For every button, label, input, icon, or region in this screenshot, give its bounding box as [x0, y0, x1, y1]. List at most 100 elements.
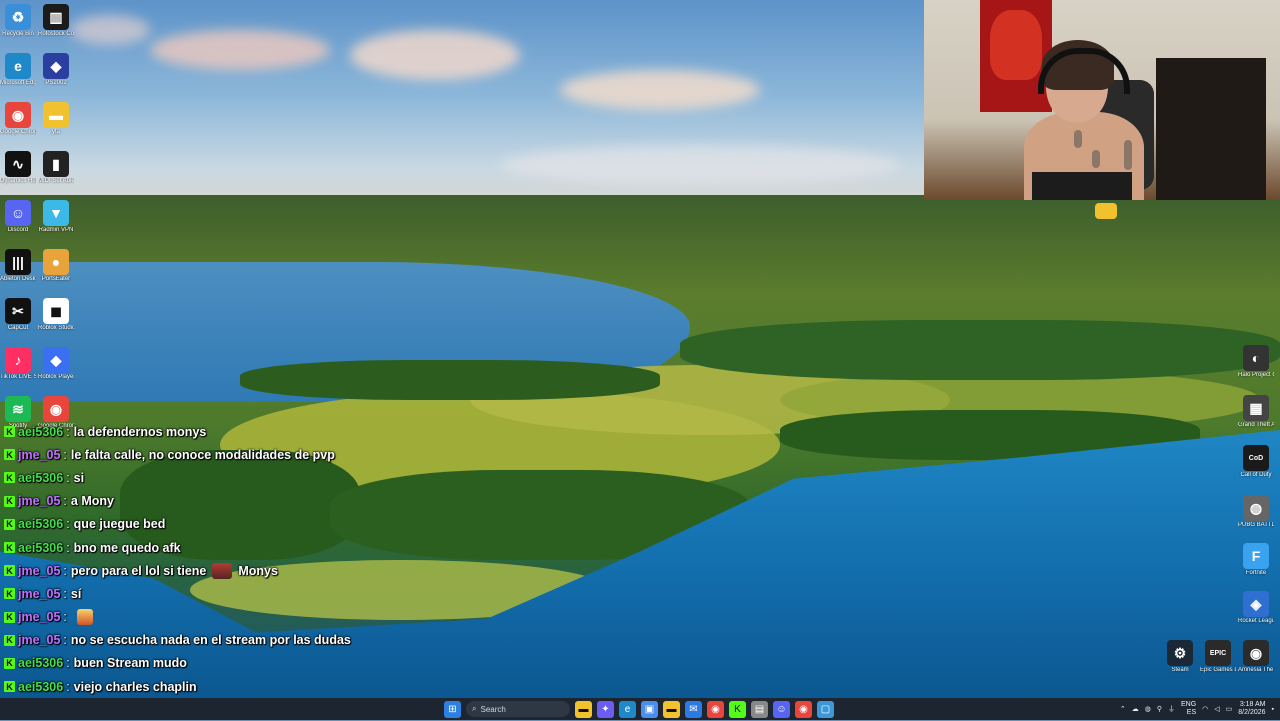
mail-icon[interactable]: ✉ — [685, 700, 702, 718]
desktop-shortcut[interactable]: eMicrosoft Edge — [0, 53, 36, 87]
chat-username: aei5306 — [18, 424, 64, 439]
ableton-icon: ▮ — [43, 151, 69, 177]
clock-time: 3:18 AM — [1239, 701, 1266, 708]
shortcut-label: TikTok LIVE Studio — [0, 374, 36, 380]
shortcut-label: Microsoft Edge — [0, 80, 36, 86]
bag-icon: ● — [43, 249, 69, 275]
search-box[interactable]: ⌕ Search — [466, 701, 570, 717]
taskbar: ⊞ ⌕ Search ▬ ✦ e ▣ ▬ ✉ ◉ K ▤ ☺ ◉ ▢ ⌃ ☁ ◍ ⚲ ⏚ ENG ES… — [0, 698, 1280, 720]
stock-chart-icon: ▥ — [43, 4, 69, 30]
desktop-shortcut[interactable]: ▥Rotostock Control — [38, 4, 74, 38]
chat-username: jme_05 — [18, 563, 61, 578]
shortcut-label: Steam — [1171, 667, 1189, 673]
desktop-shortcut[interactable]: ◉Amnesia The Bunker — [1238, 640, 1274, 674]
folder-icon[interactable]: ▬ — [663, 700, 680, 718]
desktop-shortcut[interactable]: ◼ Roblox Studio — [38, 298, 74, 332]
chat-username: jme_05 — [18, 586, 61, 601]
desktop-shortcut[interactable]: ▼ Radmin VPN — [38, 200, 74, 234]
kick-badge-icon: K — [4, 426, 15, 438]
epic-games-icon: EPIC — [1205, 640, 1231, 666]
shortcut-label: CapCut — [7, 325, 29, 331]
chat-message: Kaei5306: que juegue bed — [4, 513, 424, 536]
battery-icon[interactable]: ▭ — [1226, 705, 1233, 713]
app-icon[interactable]: ▤ — [751, 700, 768, 718]
roblox-studio-icon: ◼ — [43, 298, 69, 324]
kick-badge-icon: K — [4, 611, 15, 623]
network-icon[interactable]: ☁ — [1132, 705, 1139, 713]
roblox-player-icon: ◆ — [43, 347, 69, 373]
desktop-shortcut[interactable]: ✂ CapCut — [0, 298, 36, 332]
usb-icon[interactable]: ⏚ — [1168, 704, 1175, 714]
shortcut-label: Fortnite — [1245, 570, 1267, 576]
search-icon: ⌕ — [472, 704, 477, 713]
wifi-icon[interactable]: ◠ — [1202, 705, 1208, 713]
desktop-shortcut[interactable]: ◆ PS2002 — [38, 53, 74, 87]
tiktok-icon: ♪ — [5, 347, 31, 373]
chevron-up-icon[interactable]: ⌃ — [1120, 705, 1126, 713]
discord-icon[interactable]: ☺ — [773, 700, 790, 718]
emote-icon — [212, 562, 233, 579]
headset-icon[interactable]: ◍ — [1145, 705, 1151, 713]
shortcut-label: Epic Games Launcher — [1200, 667, 1236, 673]
shortcut-label: Radmin VPN — [38, 227, 74, 233]
chat-separator: : — [66, 470, 70, 485]
shortcut-label: PS2002 — [45, 80, 67, 86]
desktop-shortcut[interactable]: ◉Google Chrome — [0, 102, 36, 136]
desktop-folder-icon[interactable] — [1088, 203, 1124, 219]
shortcut-label: Google Chrome — [0, 129, 36, 135]
chat-message: Kjme_05: a Mony — [4, 490, 424, 513]
chat-username: aei5306 — [18, 517, 64, 532]
desktop-shortcut[interactable]: ♻ Recycle Bin — [0, 4, 36, 38]
shortcut-label: Roblox Studio — [38, 325, 74, 331]
desktop-shortcut[interactable]: ◍PUBG BATTLEGR — [1238, 495, 1274, 529]
cod-icon: CoD — [1243, 445, 1269, 471]
chat-username: jme_05 — [18, 633, 61, 648]
start-button[interactable]: ⊞ — [444, 700, 461, 718]
kick-badge-icon: K — [4, 588, 15, 600]
chat-text: a Mony — [70, 494, 114, 509]
shortcut-label: Rotostock Control — [38, 31, 74, 37]
copilot-icon[interactable]: ✦ — [597, 700, 614, 718]
chrome-icon[interactable]: ◉ — [707, 700, 724, 718]
desktop-shortcut[interactable]: ◐Halo Project Car — [1238, 345, 1274, 379]
chat-message: Kjme_05: sí — [4, 582, 424, 605]
desktop-shortcut[interactable]: F Fortnite — [1238, 543, 1274, 577]
streamer-shorts — [1032, 172, 1132, 200]
chat-username: aei5306 — [18, 656, 64, 671]
language-indicator[interactable]: ENG ES — [1181, 701, 1196, 717]
desktop-shortcut[interactable]: ∿ Dynamics Hub — [0, 151, 36, 185]
ps2-icon: ◆ — [43, 53, 69, 79]
desktop-shortcut[interactable]: ♪TikTok LIVE Studio — [0, 347, 36, 381]
store-icon[interactable]: ▣ — [641, 700, 658, 718]
desktop-shortcut[interactable]: ☺ Discord — [0, 200, 36, 234]
desktop-shortcut[interactable]: ▮MIDI Set Ableton Ed — [38, 151, 74, 185]
chat-text: sí — [70, 586, 82, 601]
chat-text: si — [73, 470, 85, 485]
volume-icon[interactable]: ◁ — [1214, 705, 1219, 713]
desktop-shortcut[interactable]: ⚙ Steam — [1162, 640, 1198, 674]
shortcut-label: Discord — [7, 227, 29, 233]
clock[interactable]: 3:18 AM 8/2/2026 — [1238, 701, 1265, 717]
desktop-shortcut[interactable]: CoD Call of Duty — [1238, 445, 1274, 479]
desktop-shortcut[interactable]: ◆ Roblox Player — [38, 347, 74, 381]
desktop-shortcut[interactable]: ▦Grand Theft Auto San — [1238, 395, 1274, 429]
window-icon[interactable]: ▢ — [817, 700, 834, 718]
notification-icon[interactable]: ▪ — [1272, 706, 1274, 713]
file-explorer-icon[interactable]: ▬ — [575, 700, 592, 718]
desktop-shortcut[interactable]: EPICEpic Games Launcher — [1200, 640, 1236, 674]
chrome-icon[interactable]: ◉ — [795, 700, 812, 718]
desktop-shortcut[interactable]: ▬ yta — [38, 102, 74, 136]
microphone-icon[interactable]: ⚲ — [1157, 705, 1162, 713]
shortcut-label: PUBG BATTLEGR — [1238, 522, 1274, 528]
desktop-shortcut[interactable]: ◈Rocket League — [1238, 591, 1274, 625]
desktop-shortcut[interactable]: ● PortsEater — [38, 249, 74, 283]
edge-icon[interactable]: e — [619, 700, 636, 718]
taskbar-apps: ⊞ ⌕ Search ▬ ✦ e ▣ ▬ ✉ ◉ K ▤ ☺ ◉ ▢ — [444, 698, 834, 720]
chat-text: pero para el lol si tiene — [70, 563, 207, 578]
desktop-shortcut[interactable]: |||Ableton Desktop — [0, 249, 36, 283]
chat-username: aei5306 — [18, 679, 64, 694]
chat-message: Kaei5306: bno me quedo afk — [4, 536, 424, 559]
kick-icon[interactable]: K — [729, 700, 746, 718]
stream-chat-overlay: Kaei5306: la defendernos monys Kjme_05: le … — [4, 420, 424, 721]
chrome-icon: ◉ — [5, 102, 31, 128]
